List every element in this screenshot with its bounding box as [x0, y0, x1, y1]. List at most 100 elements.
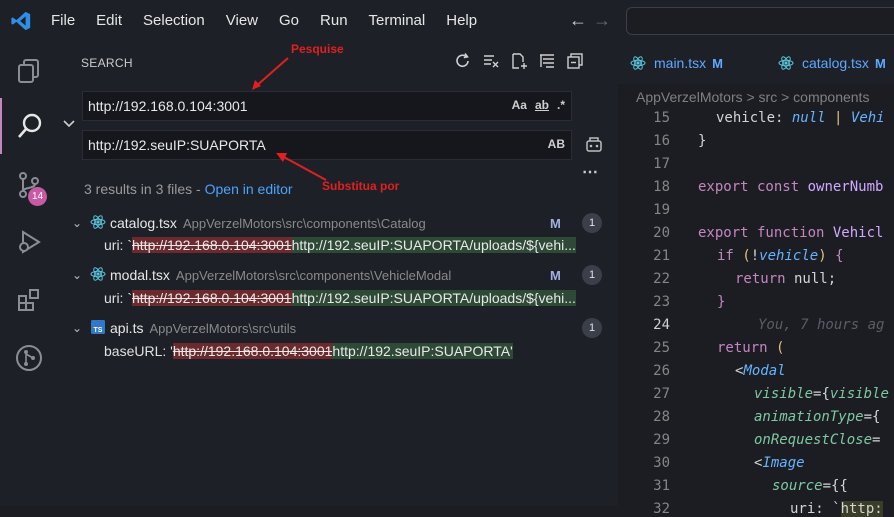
match-removed: http://192.168.0.104:3001 — [132, 290, 292, 306]
result-file-api[interactable]: ⌄ TS api.ts AppVerzelMotors\src\utils 1 — [72, 317, 612, 339]
command-center[interactable] — [626, 7, 894, 35]
tab-catalog[interactable]: catalog.tsx M — [778, 42, 886, 84]
vscode-logo-icon — [11, 11, 31, 31]
match-inserted: http://192.seuIP:SUAPORTA/uploads/${vehi… — [291, 237, 576, 253]
open-in-editor-link[interactable]: Open in editor — [205, 181, 293, 197]
run-debug-icon — [19, 230, 41, 254]
new-search-editor-icon[interactable] — [510, 52, 528, 70]
line-number: 27 — [653, 386, 670, 402]
line-number: 26 — [653, 363, 670, 379]
git-graph-icon — [16, 345, 42, 371]
editor-area: main.tsx M catalog.tsx M AppVerzelMotors >… — [618, 42, 894, 517]
sidebar-title: SEARCH — [81, 56, 133, 70]
line-number: 31 — [653, 478, 670, 494]
menu-go[interactable]: Go — [279, 12, 299, 29]
code-line: export const ownerNumb — [698, 179, 884, 195]
tab-modified-badge: M — [712, 55, 723, 71]
match-prefix: baseURL: ' — [104, 343, 173, 359]
react-icon — [778, 56, 794, 70]
code-line: <Image — [754, 455, 805, 471]
code-line: <Modal — [735, 363, 786, 379]
annotation-replace: Substitua por — [322, 179, 400, 193]
code-line: animationType={ — [754, 409, 881, 425]
menu-help[interactable]: Help — [446, 12, 477, 29]
match-row[interactable]: uri: `http://192.168.0.104:3001http://19… — [104, 237, 616, 259]
use-regex-toggle[interactable]: .* — [557, 98, 565, 112]
line-number: 19 — [653, 202, 670, 218]
replace-input-value: http://192.seuIP:SUAPORTA — [88, 137, 266, 153]
line-number: 30 — [653, 455, 670, 471]
react-icon — [90, 214, 110, 233]
result-file-catalog[interactable]: ⌄ catalog.tsx AppVerzelMotors\src\compon… — [72, 212, 612, 234]
annotation-search: Pesquise — [291, 42, 344, 56]
react-icon — [90, 266, 110, 285]
match-whole-word-toggle[interactable]: ab — [535, 98, 549, 112]
preserve-case-toggle[interactable]: AB — [548, 137, 565, 151]
file-name: api.ts — [110, 320, 144, 336]
match-row[interactable]: uri: `http://192.168.0.104:3001http://19… — [104, 290, 616, 312]
explorer-activity[interactable] — [0, 42, 58, 98]
chevron-down-icon: ⌄ — [72, 268, 83, 282]
source-control-activity[interactable]: 14 — [0, 157, 58, 213]
tab-main[interactable]: main.tsx M — [630, 42, 723, 84]
editor-tabs: main.tsx M catalog.tsx M — [618, 42, 894, 84]
extensions-activity[interactable] — [0, 272, 58, 328]
match-prefix: uri: ` — [104, 290, 132, 306]
search-activity[interactable] — [0, 98, 58, 154]
chevron-down-icon: ⌄ — [72, 321, 83, 335]
line-number: 21 — [653, 248, 670, 264]
code-line: return null; — [735, 271, 837, 287]
modified-badge: M — [550, 215, 561, 231]
view-as-tree-icon[interactable] — [538, 52, 556, 70]
line-number: 20 — [653, 225, 670, 241]
line-number: 24 — [653, 317, 670, 333]
toggle-replace-chevron-icon[interactable] — [62, 117, 76, 136]
line-number: 28 — [653, 409, 670, 425]
line-number: 23 — [653, 294, 670, 310]
react-icon — [630, 56, 646, 70]
collapse-all-icon[interactable] — [566, 52, 584, 70]
menu-edit[interactable]: Edit — [96, 12, 122, 29]
line-number: 25 — [653, 340, 670, 356]
match-inserted: http://192.seuIP:SUAPORTA' — [332, 343, 513, 359]
line-number: 16 — [653, 133, 670, 149]
git-graph-activity[interactable] — [0, 330, 58, 386]
menu-file[interactable]: File — [51, 12, 75, 29]
menu-view[interactable]: View — [226, 12, 258, 29]
line-number: 18 — [653, 179, 670, 195]
files-icon — [18, 59, 39, 83]
code-line: vehicle: null | Vehi — [716, 110, 885, 126]
svg-text:TS: TS — [94, 327, 103, 334]
modified-badge: M — [550, 267, 561, 283]
match-row[interactable]: baseURL: 'http://192.168.0.104:3001http:… — [104, 343, 616, 365]
replace-all-icon[interactable] — [584, 134, 604, 159]
result-file-modal[interactable]: ⌄ modal.tsx AppVerzelMotors\src\componen… — [72, 264, 612, 286]
match-inserted: http://192.seuIP:SUAPORTA/uploads/${vehi… — [291, 290, 576, 306]
git-blame: You, 7 hours ag — [758, 317, 885, 333]
typescript-icon: TS — [90, 319, 110, 338]
run-debug-activity[interactable] — [0, 214, 58, 270]
menu-selection[interactable]: Selection — [143, 12, 205, 29]
match-case-toggle[interactable]: Aa — [512, 98, 527, 112]
match-count-badge: 1 — [582, 318, 602, 338]
code-line: return ( — [717, 340, 785, 356]
more-options-icon[interactable]: ⋯ — [582, 162, 598, 182]
results-count: 3 results in 3 files - — [84, 181, 205, 197]
code-line: } — [717, 294, 726, 310]
match-removed: http://192.168.0.104:3001 — [172, 343, 333, 359]
search-input[interactable]: http://192.168.0.104:3001 Aa ab .* — [82, 91, 572, 121]
menu-terminal[interactable]: Terminal — [369, 12, 426, 29]
back-arrow-icon[interactable]: ← — [569, 10, 593, 30]
line-number: 17 — [653, 156, 670, 172]
file-path: AppVerzelMotors\src\utils — [149, 320, 297, 336]
refresh-icon[interactable] — [454, 52, 472, 70]
clear-results-icon[interactable] — [482, 52, 500, 70]
scm-badge: 14 — [28, 187, 47, 206]
tab-modified-badge: M — [874, 55, 886, 71]
code-line: if (!vehicle) { — [717, 248, 844, 264]
activity-bar: 14 — [0, 42, 58, 506]
menu-run[interactable]: Run — [320, 12, 348, 29]
breadcrumb[interactable]: AppVerzelMotors > src > components — [636, 89, 869, 105]
forward-arrow-icon[interactable]: → — [593, 10, 617, 30]
search-input-value: http://192.168.0.104:3001 — [88, 98, 248, 114]
